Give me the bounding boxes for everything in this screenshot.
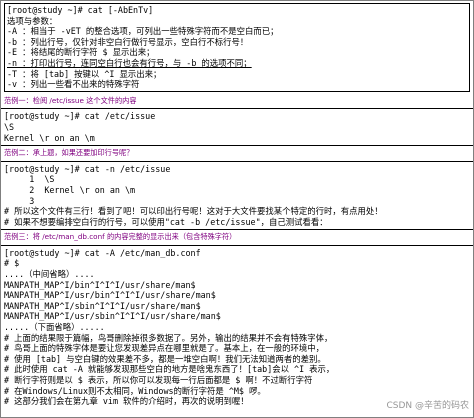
- syntax-line: -A ：相当于 -vET 的整合选项，可列出一些特殊字符而不是空白而已；: [7, 26, 279, 37]
- divider: [1, 229, 473, 231]
- terminal-line: MANPATH_MAP^I/sbin^I^I^I/usr/share/man$: [4, 300, 201, 311]
- syntax-line: 选项与参数：: [7, 15, 58, 26]
- watermark: CSDN @辛苦的码农: [386, 401, 469, 412]
- divider: [1, 145, 473, 147]
- syntax-line: -n ：打印出行号，连同空白行也会有行号，与 -b 的选项不同；: [7, 57, 252, 68]
- comment-line: # 上面的结果限于篇幅，鸟哥删除掉很多数据了。另外，输出的结果并不会有特殊字体，: [4, 332, 333, 343]
- syntax-line: -b ：列出行号，仅针对非空白行做行号显示，空白行不标行号！: [7, 36, 249, 47]
- terminal-line: 3: [4, 195, 35, 206]
- terminal-line: 2 Kernel \r on an \m: [4, 184, 136, 195]
- syntax-line: -T ：将 [tab] 按键以 ^I 显示出来；: [7, 68, 162, 79]
- divider: [1, 244, 473, 246]
- syntax-line: -E ：将结尾的断行字符 $ 显示出来；: [7, 47, 155, 58]
- syntax-line: -v ：列出一些看不出来的特殊字符: [7, 79, 140, 90]
- divider: [1, 160, 473, 162]
- syntax-block: [root@study ~]# cat [-AbEnTv] 选项与参数： -A …: [4, 3, 470, 92]
- comment-line: # 使用 [tab] 与空白键的效果差不多，都是一堆空白啊！我们无法知道两者的差…: [4, 353, 326, 364]
- example-note: 范例二：承上题，如果还要加印行号呢？: [4, 148, 134, 158]
- page: [root@study ~]# cat [-AbEnTv] 选项与参数： -A …: [0, 0, 474, 418]
- comment-line: # 鸟哥上面的特殊字体是要让您发现差异点在哪里就是了。基本上，在一般的环境中，: [4, 343, 324, 354]
- comment-line: # 此时使用 cat -A 就能够发现那些空白的地方是啥鬼东西了！[tab]会以…: [4, 364, 335, 375]
- terminal-line: MANPATH_MAP^I/usr/sbin^I^I^I/usr/share/m…: [4, 311, 221, 322]
- divider: [1, 108, 473, 110]
- comment-line: # 如果不想要编排空白行的行号，可以使用"cat -b /etc/issue"，…: [4, 216, 328, 227]
- terminal-line: [root@study ~]# cat -A /etc/man_db.conf: [4, 247, 201, 258]
- syntax-line: [root@study ~]# cat [-AbEnTv]: [7, 5, 154, 15]
- terminal-line: Kernel \r on an \m: [4, 132, 95, 143]
- terminal-line: MANPATH_MAP^I/bin^I^I^I/usr/share/man$: [4, 279, 196, 290]
- comment-line: # 所以这个文件有三行！看到了吧！可以印出行号呢！这对于大文件要找某个特定的行时…: [4, 206, 383, 217]
- terminal-line: # $: [4, 258, 20, 269]
- comment-line: # 在Windows/Linux则不太相同，Windows的断行字符是 ^M$ …: [4, 385, 266, 396]
- terminal-line: MANPATH_MAP^I/usr/bin^I^I^I/usr/share/ma…: [4, 290, 216, 301]
- terminal-line: .....（下面省略）.....: [4, 322, 105, 333]
- comment-line: # 断行字符则是以 $ 表示，所以你可以发现每一行后面都是 $ 啊！不过断行字符: [4, 375, 313, 385]
- terminal-line: [root@study ~]# cat -n /etc/issue: [4, 163, 171, 174]
- terminal-line: ....（中间省略）....: [4, 269, 95, 280]
- terminal-line: 1 \S: [4, 174, 55, 185]
- terminal-line: \S: [4, 121, 15, 132]
- terminal-line: [root@study ~]# cat /etc/issue: [4, 111, 156, 122]
- example-note: 范例一：检阅 /etc/issue 这个文件的内容: [4, 95, 137, 105]
- example-note: 范例三：将 /etc/man_db.conf 的内容完整的显示出来（包含特殊字符…: [4, 232, 237, 242]
